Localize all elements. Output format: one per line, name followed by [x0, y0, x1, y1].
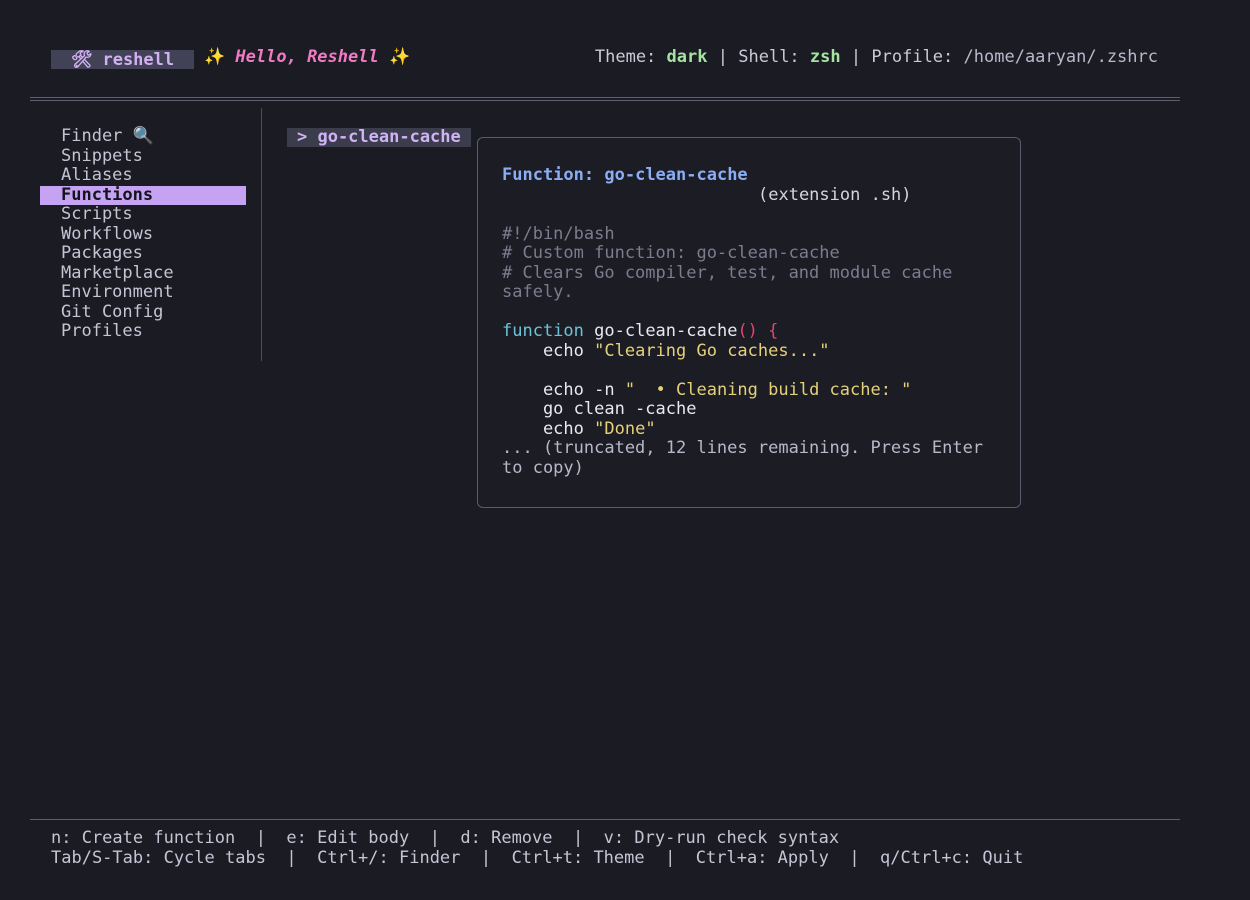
code-parens: ()	[737, 321, 758, 341]
sidebar-item-git-config[interactable]: Git Config	[40, 302, 246, 323]
sparkle-icon: ✨	[388, 47, 411, 67]
code-brace: {	[768, 321, 779, 341]
preview-title-prefix: Function:	[502, 165, 595, 185]
profile-path: /home/aaryan/.zshrc	[963, 47, 1158, 67]
theme-label: Theme:	[594, 47, 657, 67]
sidebar-item-functions[interactable]: Functions	[40, 185, 246, 205]
status-separator: |	[717, 47, 728, 67]
theme-value: dark	[666, 47, 708, 67]
code-comment: #!/bin/bash	[502, 223, 615, 244]
code-line: echo "Done"	[502, 418, 1002, 440]
code-string: " • Cleaning build cache: "	[624, 379, 912, 400]
status-info: Theme: dark | Shell: zsh | Profile: /hom…	[594, 47, 1158, 68]
footer-divider	[30, 819, 1180, 820]
tools-icon: 🛠	[70, 49, 93, 70]
sidebar-divider	[261, 108, 262, 361]
greeting: ✨ Hello, Reshell ✨	[204, 47, 411, 68]
keybinding-help: n: Create function | e: Edit body | d: R…	[51, 828, 1024, 868]
code-string: "Clearing Go caches..."	[594, 340, 830, 361]
sidebar-item-aliases[interactable]: Aliases	[40, 165, 246, 186]
sidebar-item-snippets[interactable]: Snippets	[40, 146, 246, 167]
sidebar-item-profiles[interactable]: Profiles	[40, 321, 246, 342]
greeting-text: Hello, Reshell	[235, 47, 379, 67]
sparkle-icon: ✨	[204, 47, 226, 67]
sidebar-item-environment[interactable]: Environment	[40, 282, 246, 303]
sidebar-item-marketplace[interactable]: Marketplace	[40, 263, 246, 284]
keybinding-line: n: Create function | e: Edit body | d: R…	[51, 828, 840, 848]
header-divider	[30, 97, 1180, 98]
code-command: echo	[502, 418, 584, 439]
code-comment: # Custom function: go-clean-cache	[502, 243, 840, 263]
profile-label: Profile:	[871, 47, 954, 67]
code-keyword: function	[502, 321, 584, 341]
preview-title-name: go-clean-cache	[604, 165, 748, 185]
app-name: reshell	[102, 49, 175, 70]
code-line: go clean -cache	[502, 399, 697, 419]
code-string: "Done"	[594, 418, 656, 439]
code-line: echo "Clearing Go caches..."	[502, 340, 1002, 362]
shell-label: Shell:	[738, 47, 800, 67]
code-comment: safely.	[502, 282, 574, 302]
list-item-selected[interactable]: > go-clean-cache	[287, 128, 471, 147]
code-function-name: go-clean-cache	[594, 321, 738, 341]
sidebar-nav: Finder 🔍 Snippets Aliases Functions Scri…	[40, 126, 246, 342]
keybinding-line: Tab/S-Tab: Cycle tabs | Ctrl+/: Finder |…	[51, 847, 1024, 868]
sidebar-item-workflows[interactable]: Workflows	[40, 224, 246, 245]
code-line: echo -n " • Cleaning build cache: "	[502, 379, 1002, 401]
app-badge: 🛠 reshell	[51, 49, 194, 70]
preview-extension: (extension .sh)	[758, 184, 912, 205]
preview-panel: Function: go-clean-cache (extension .sh)…	[477, 137, 1021, 508]
preview-title: Function: go-clean-cache	[502, 165, 1002, 186]
shell-value: zsh	[809, 47, 841, 67]
status-separator: |	[850, 47, 862, 67]
sidebar-item-scripts[interactable]: Scripts	[40, 204, 246, 225]
code-command: echo -n	[502, 379, 615, 400]
truncation-notice: ... (truncated, 12 lines remaining. Pres…	[502, 438, 984, 478]
preview-content: Function: go-clean-cache (extension .sh)…	[502, 165, 1002, 478]
header-divider	[30, 100, 1180, 101]
sidebar-item-finder[interactable]: Finder 🔍	[40, 126, 246, 147]
code-function-decl: function go-clean-cache() {	[502, 321, 1002, 342]
code-comment: # Clears Go compiler, test, and module c…	[502, 262, 953, 283]
code-command: echo	[502, 340, 584, 361]
header-bar: 🛠 reshell ✨ Hello, Reshell ✨ Theme: dark…	[0, 47, 1250, 70]
sidebar-item-packages[interactable]: Packages	[40, 243, 246, 264]
